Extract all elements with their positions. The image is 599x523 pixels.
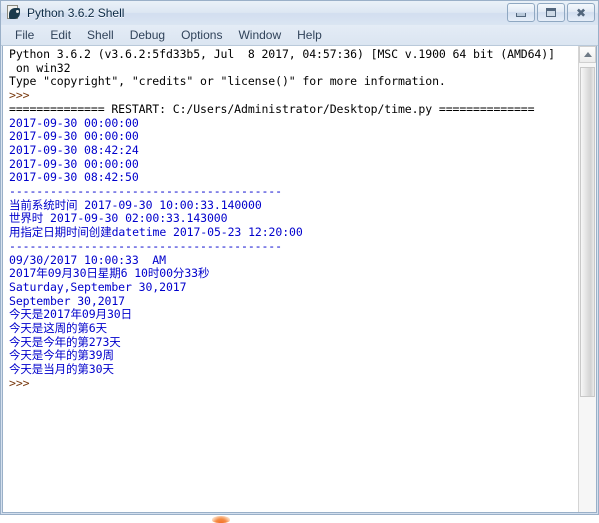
scroll-up-arrow-icon (583, 52, 592, 57)
maximize-icon (546, 8, 556, 17)
shell-line: >>> (9, 375, 37, 390)
shell-line: on win32 (9, 60, 71, 75)
window-controls: ✖ (507, 3, 595, 22)
menu-item-file[interactable]: File (7, 26, 42, 44)
shell-line: ============== RESTART: C:/Users/Adminis… (9, 101, 535, 116)
shell-line: 世界时 2017-09-30 02:00:33.143000 (9, 211, 228, 226)
shell-line: 今天是当月的第30天 (9, 362, 114, 377)
shell-line: 用指定日期时间创建datetime 2017-05-23 12:20:00 (9, 225, 303, 240)
shell-line: 2017年09月30日星期6 10时00分33秒 (9, 266, 210, 281)
minimize-button[interactable] (507, 3, 535, 22)
menu-item-options[interactable]: Options (173, 26, 230, 44)
scrollbar-track[interactable] (579, 63, 596, 512)
shell-line: 09/30/2017 10:00:33 AM (9, 252, 166, 267)
shell-output-text[interactable]: Python 3.6.2 (v3.6.2:5fd33b5, Jul 8 2017… (3, 46, 578, 512)
shell-line: >>> (9, 88, 37, 103)
maximize-button[interactable] (537, 3, 565, 22)
shell-line: 今天是这周的第6天 (9, 321, 108, 336)
shell-line: 2017-09-30 08:42:50 (9, 170, 139, 185)
vertical-scrollbar[interactable] (578, 46, 596, 512)
scroll-up-button[interactable] (579, 46, 596, 63)
shell-line: Saturday,September 30,2017 (9, 279, 187, 294)
shell-line: 2017-09-30 00:00:00 (9, 156, 139, 171)
shell-line: 今天是今年的第39周 (9, 348, 114, 363)
shell-line: 2017-09-30 00:00:00 (9, 115, 139, 130)
shell-line: Type "copyright", "credits" or "license(… (9, 74, 446, 89)
minimize-icon (516, 13, 526, 17)
menu-item-edit[interactable]: Edit (42, 26, 79, 44)
python-shell-window: Python 3.6.2 Shell ✖ File Edit Shell Deb… (0, 0, 599, 515)
shell-line: Python 3.6.2 (v3.6.2:5fd33b5, Jul 8 2017… (9, 47, 555, 61)
shell-line: 今天是2017年09月30日 (9, 307, 132, 322)
shell-line: 今天是今年的第273天 (9, 334, 121, 349)
window-title: Python 3.6.2 Shell (27, 6, 125, 20)
menu-item-window[interactable]: Window (230, 26, 289, 44)
shell-line: 2017-09-30 08:42:24 (9, 142, 139, 157)
shell-line: September 30,2017 (9, 293, 126, 308)
python-idle-icon (6, 5, 22, 21)
title-bar[interactable]: Python 3.6.2 Shell ✖ (1, 1, 598, 25)
scrollbar-thumb[interactable] (580, 67, 595, 397)
menu-bar: File Edit Shell Debug Options Window Hel… (1, 25, 598, 46)
shell-line: 2017-09-30 00:00:00 (9, 129, 139, 144)
shell-content: Python 3.6.2 (v3.6.2:5fd33b5, Jul 8 2017… (2, 46, 597, 513)
close-icon: ✖ (575, 5, 587, 20)
menu-item-shell[interactable]: Shell (79, 26, 122, 44)
menu-item-debug[interactable]: Debug (122, 26, 173, 44)
shell-line: 当前系统时间 2017-09-30 10:00:33.140000 (9, 197, 262, 212)
shell-line: ---------------------------------------- (9, 184, 282, 199)
close-button[interactable]: ✖ (567, 3, 595, 22)
menu-item-help[interactable]: Help (289, 26, 330, 44)
shell-line: ---------------------------------------- (9, 238, 282, 253)
taskbar-icon-partial[interactable] (212, 516, 230, 523)
desktop-strip (0, 515, 599, 523)
